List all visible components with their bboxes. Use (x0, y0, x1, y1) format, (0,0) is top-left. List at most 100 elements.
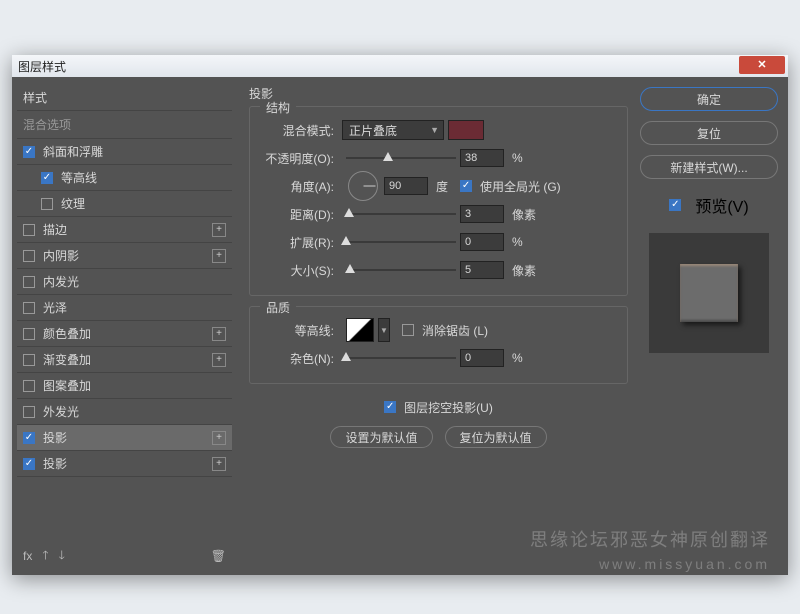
style-checkbox[interactable] (23, 250, 35, 262)
reset-default-button[interactable]: 复位为默认值 (445, 426, 547, 448)
add-instance-icon[interactable]: + (212, 431, 226, 445)
distance-label: 距离(D): (260, 206, 342, 223)
noise-input[interactable]: 0 (460, 349, 504, 367)
style-checkbox[interactable]: ✓ (23, 146, 35, 158)
size-label: 大小(S): (260, 262, 342, 279)
global-light-checkbox[interactable]: ✓ (460, 180, 472, 192)
style-checkbox[interactable] (41, 198, 53, 210)
style-item-label: 投影 (43, 429, 67, 446)
default-buttons-row: 设置为默认值 复位为默认值 (249, 426, 628, 448)
preview-label: 预览(V) (695, 193, 748, 217)
style-item[interactable]: ✓投影+ (17, 451, 232, 477)
move-up-icon[interactable]: 🡑 (42, 546, 48, 567)
style-checkbox[interactable]: ✓ (41, 172, 53, 184)
angle-input[interactable]: 90 (384, 177, 428, 195)
style-item[interactable]: 内发光 (17, 269, 232, 295)
style-checkbox[interactable] (23, 302, 35, 314)
size-slider[interactable] (346, 262, 456, 278)
style-item[interactable]: ✓ 等高线 (17, 165, 232, 191)
style-checkbox[interactable] (23, 354, 35, 366)
ok-button[interactable]: 确定 (640, 87, 778, 111)
cancel-button[interactable]: 复位 (640, 121, 778, 145)
quality-group: 品质 等高线: ▼ 消除锯齿 (L) 杂色(N): 0 % (249, 306, 628, 384)
close-button[interactable]: ✕ (739, 56, 785, 74)
move-down-icon[interactable]: 🡓 (59, 546, 65, 567)
shadow-color-swatch[interactable] (448, 120, 484, 140)
style-item[interactable]: 颜色叠加 + (17, 321, 232, 347)
style-item[interactable]: 图案叠加 (17, 373, 232, 399)
style-item[interactable]: 描边+ (17, 217, 232, 243)
opacity-slider[interactable] (346, 150, 456, 166)
spread-input[interactable]: 0 (460, 233, 504, 251)
spread-row: 扩展(R): 0 % (260, 229, 617, 255)
style-item[interactable]: 外发光 (17, 399, 232, 425)
style-item[interactable]: ✓ 投影 + (17, 425, 232, 451)
style-list: ✓斜面和浮雕✓等高线纹理描边+内阴影+内发光光泽颜色叠加+渐变叠加+图案叠加外发… (17, 139, 232, 542)
titlebar[interactable]: 图层样式 ✕ (12, 55, 788, 77)
distance-slider[interactable] (346, 206, 456, 222)
knockout-checkbox[interactable]: ✓ (384, 401, 396, 413)
contour-row: 等高线: ▼ 消除锯齿 (L) (260, 317, 617, 343)
size-input[interactable]: 5 (460, 261, 504, 279)
add-instance-icon[interactable]: + (212, 327, 226, 341)
style-item-label: 纹理 (61, 195, 85, 212)
style-item[interactable]: 内阴影+ (17, 243, 232, 269)
style-item-label: 图案叠加 (43, 377, 91, 394)
add-instance-icon[interactable]: + (212, 457, 226, 471)
style-checkbox[interactable] (23, 276, 35, 288)
style-checkbox[interactable] (23, 406, 35, 418)
contour-picker[interactable] (346, 318, 374, 342)
knockout-row: ✓ 图层挖空投影(U) (249, 394, 628, 420)
noise-slider[interactable] (346, 350, 456, 366)
style-checkbox[interactable]: ✓ (23, 458, 35, 470)
style-item[interactable]: 渐变叠加+ (17, 347, 232, 373)
antialias-label: 消除锯齿 (L) (422, 322, 488, 339)
angle-label: 角度(A): (260, 178, 342, 195)
distance-input[interactable]: 3 (460, 205, 504, 223)
style-checkbox[interactable] (23, 380, 35, 392)
add-instance-icon[interactable]: + (212, 353, 226, 367)
window-title: 图层样式 (18, 58, 66, 75)
angle-dial[interactable] (348, 171, 378, 201)
knockout-label: 图层挖空投影(U) (404, 399, 493, 416)
style-item[interactable]: ✓斜面和浮雕 (17, 139, 232, 165)
sidebar-footer: fx 🡑 🡓 🗑 (17, 542, 232, 570)
antialias-checkbox[interactable] (402, 324, 414, 336)
style-checkbox[interactable] (23, 328, 35, 340)
blend-mode-row: 混合模式: 正片叠底 ▼ (260, 117, 617, 143)
styles-sidebar: 样式 混合选项 ✓斜面和浮雕✓等高线纹理描边+内阴影+内发光光泽颜色叠加+渐变叠… (12, 77, 237, 575)
style-item[interactable]: 纹理 (17, 191, 232, 217)
spread-slider[interactable] (346, 234, 456, 250)
angle-row: 角度(A): 90 度 ✓ 使用全局光 (G) (260, 173, 617, 199)
make-default-button[interactable]: 设置为默认值 (330, 426, 432, 448)
opacity-input[interactable]: 38 (460, 149, 504, 167)
style-item-label: 颜色叠加 (43, 325, 91, 342)
distance-row: 距离(D): 3 像素 (260, 201, 617, 227)
fx-menu[interactable]: fx (23, 549, 32, 563)
noise-row: 杂色(N): 0 % (260, 345, 617, 371)
global-light-label: 使用全局光 (G) (480, 178, 561, 195)
blending-options[interactable]: 混合选项 (17, 111, 232, 139)
style-item-label: 等高线 (61, 169, 97, 186)
style-checkbox[interactable]: ✓ (23, 432, 35, 444)
size-row: 大小(S): 5 像素 (260, 257, 617, 283)
preview-checkbox[interactable]: ✓ (669, 199, 681, 211)
style-checkbox[interactable] (23, 224, 35, 236)
main-panel: 投影 结构 混合模式: 正片叠底 ▼ 不透明度(O): 38 % (237, 77, 640, 575)
trash-icon[interactable]: 🗑 (211, 549, 226, 563)
style-item[interactable]: 光泽 (17, 295, 232, 321)
new-style-button[interactable]: 新建样式(W)... (640, 155, 778, 179)
blend-mode-select[interactable]: 正片叠底 ▼ (342, 120, 444, 140)
add-instance-icon[interactable]: + (212, 249, 226, 263)
chevron-down-icon: ▼ (430, 125, 439, 135)
effect-title: 投影 (249, 85, 628, 102)
blend-mode-label: 混合模式: (260, 122, 342, 139)
layer-style-dialog: 图层样式 ✕ 样式 混合选项 ✓斜面和浮雕✓等高线纹理描边+内阴影+内发光光泽颜… (12, 55, 788, 575)
structure-legend: 结构 (260, 99, 296, 116)
add-instance-icon[interactable]: + (212, 223, 226, 237)
contour-dropdown[interactable]: ▼ (378, 318, 390, 342)
preview-box (649, 233, 769, 353)
style-item-label: 内发光 (43, 273, 79, 290)
preview-swatch (680, 264, 738, 322)
style-item-label: 光泽 (43, 299, 67, 316)
